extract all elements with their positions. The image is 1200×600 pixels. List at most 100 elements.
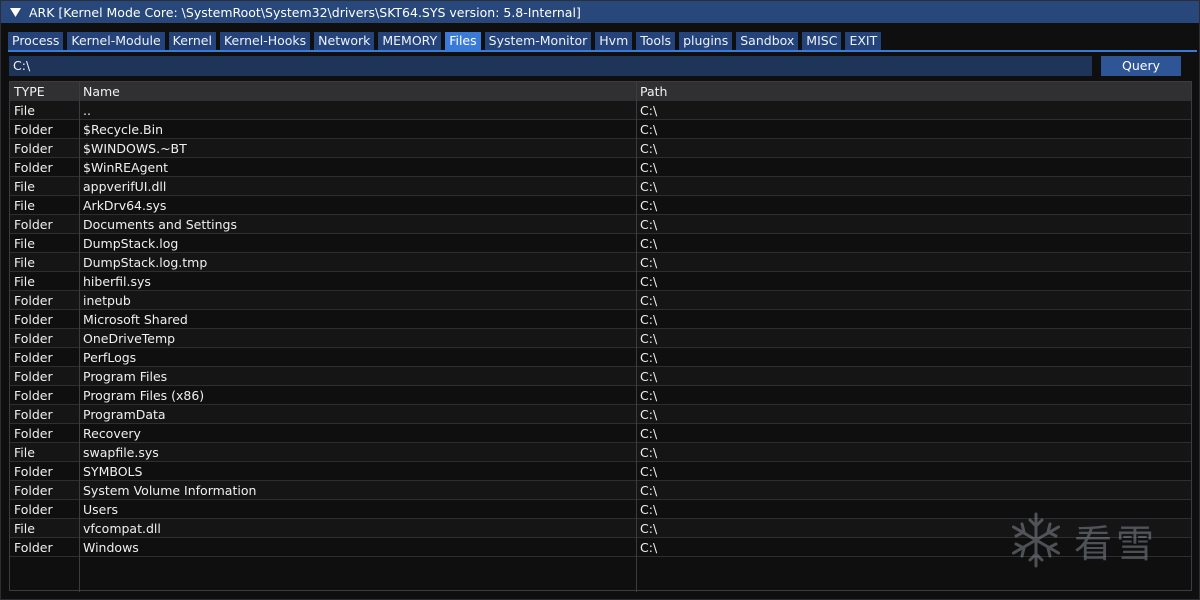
name-cell: ProgramData [83, 407, 166, 422]
table-row[interactable]: File hiberfil.sys C:\ [10, 272, 1191, 291]
name-cell: SYMBOLS [83, 464, 143, 479]
path-cell: C:\ [640, 312, 658, 327]
table-row[interactable]: File DumpStack.log C:\ [10, 234, 1191, 253]
name-cell: $WINDOWS.~BT [83, 141, 187, 156]
name-cell: hiberfil.sys [83, 274, 151, 289]
tab-exit[interactable]: EXIT [845, 32, 882, 50]
type-cell: File [14, 103, 35, 118]
table-row[interactable]: Folder $Recycle.Bin C:\ [10, 120, 1191, 139]
name-cell: ArkDrv64.sys [83, 198, 167, 213]
table-row[interactable]: Folder Recovery C:\ [10, 424, 1191, 443]
type-cell: Folder [14, 540, 53, 555]
table-row[interactable]: Folder $WINDOWS.~BT C:\ [10, 139, 1191, 158]
type-cell: Folder [14, 293, 53, 308]
query-button[interactable]: Query [1101, 56, 1181, 76]
name-cell: OneDriveTemp [83, 331, 176, 346]
path-cell: C:\ [640, 407, 658, 422]
collapse-arrow-icon[interactable] [1, 7, 29, 17]
path-cell: C:\ [640, 236, 658, 251]
name-cell: appverifUI.dll [83, 179, 167, 194]
snowflake-icon [1012, 512, 1060, 568]
name-cell: Documents and Settings [83, 217, 238, 232]
type-cell: File [14, 445, 35, 460]
tab-memory[interactable]: MEMORY [378, 32, 442, 50]
type-cell: Folder [14, 464, 53, 479]
title-bar[interactable]: ARK [Kernel Mode Core: \SystemRoot\Syste… [1, 1, 1199, 23]
ark-window: ARK [Kernel Mode Core: \SystemRoot\Syste… [0, 0, 1200, 600]
name-cell: System Volume Information [83, 483, 257, 498]
table-row[interactable]: Folder Documents and Settings C:\ [10, 215, 1191, 234]
table-row[interactable]: Folder PerfLogs C:\ [10, 348, 1191, 367]
path-input[interactable]: C:\ [9, 56, 1092, 76]
tab-tools[interactable]: Tools [636, 32, 676, 50]
path-cell: C:\ [640, 217, 658, 232]
table-row[interactable]: Folder ProgramData C:\ [10, 405, 1191, 424]
type-cell: Folder [14, 160, 53, 175]
type-cell: Folder [14, 141, 53, 156]
tab-sandbox[interactable]: Sandbox [736, 32, 799, 50]
tab-process[interactable]: Process [8, 32, 64, 50]
path-cell: C:\ [640, 350, 658, 365]
column-header-type[interactable]: TYPE [10, 82, 79, 101]
type-cell: File [14, 236, 35, 251]
tab-misc[interactable]: MISC [802, 32, 842, 50]
path-cell: C:\ [640, 122, 658, 137]
type-cell: Folder [14, 350, 53, 365]
name-cell: $Recycle.Bin [83, 122, 164, 137]
table-row[interactable]: Folder Program Files (x86) C:\ [10, 386, 1191, 405]
name-cell: DumpStack.log [83, 236, 179, 251]
name-cell: Users [83, 502, 119, 517]
table-row[interactable]: Folder Microsoft Shared C:\ [10, 310, 1191, 329]
name-cell: .. [83, 103, 91, 118]
table-row[interactable]: File ArkDrv64.sys C:\ [10, 196, 1191, 215]
table-row[interactable]: Folder $WinREAgent C:\ [10, 158, 1191, 177]
tab-kernel-module[interactable]: Kernel-Module [67, 32, 165, 50]
name-cell: Recovery [83, 426, 141, 441]
path-cell: C:\ [640, 464, 658, 479]
table-row[interactable]: File appverifUI.dll C:\ [10, 177, 1191, 196]
table-row[interactable]: File DumpStack.log.tmp C:\ [10, 253, 1191, 272]
type-cell: File [14, 255, 35, 270]
tab-plugins[interactable]: plugins [679, 32, 733, 50]
column-divider[interactable] [79, 82, 80, 592]
table-row[interactable]: Folder Program Files C:\ [10, 367, 1191, 386]
watermark-text: 看雪 [1074, 521, 1159, 566]
table-row[interactable]: File swapfile.sys C:\ [10, 443, 1191, 462]
column-divider[interactable] [636, 82, 637, 592]
tab-hvm[interactable]: Hvm [595, 32, 633, 50]
table-row[interactable]: Folder OneDriveTemp C:\ [10, 329, 1191, 348]
column-header-name[interactable]: Name [79, 82, 636, 101]
type-cell: Folder [14, 369, 53, 384]
name-cell: Microsoft Shared [83, 312, 188, 327]
name-cell: swapfile.sys [83, 445, 159, 460]
path-cell: C:\ [640, 255, 658, 270]
tab-system-monitor[interactable]: System-Monitor [484, 32, 592, 50]
table-row[interactable]: File.. C:\ [10, 101, 1191, 120]
tab-network[interactable]: Network [314, 32, 375, 50]
type-cell: Folder [14, 483, 53, 498]
type-cell: File [14, 521, 35, 536]
window-title: ARK [Kernel Mode Core: \SystemRoot\Syste… [29, 4, 581, 20]
table-header: TYPE Name Path [10, 82, 1191, 102]
path-cell: C:\ [640, 445, 658, 460]
type-cell: Folder [14, 122, 53, 137]
tab-kernel-hooks[interactable]: Kernel-Hooks [219, 32, 311, 50]
table-row[interactable]: Folder SYMBOLS C:\ [10, 462, 1191, 481]
column-header-path[interactable]: Path [636, 82, 1191, 101]
type-cell: Folder [14, 388, 53, 403]
tab-underline [8, 50, 1197, 52]
path-cell: C:\ [640, 369, 658, 384]
tab-bar: Process Kernel-Module Kernel Kernel-Hooks Ne… [8, 32, 882, 50]
tab-files[interactable]: Files [445, 32, 481, 50]
table-row[interactable]: Folder System Volume Information C:\ [10, 481, 1191, 500]
path-cell: C:\ [640, 483, 658, 498]
table-row[interactable]: Folder inetpub C:\ [10, 291, 1191, 310]
name-cell: Program Files [83, 369, 168, 384]
tab-kernel[interactable]: Kernel [168, 32, 216, 50]
type-cell: Folder [14, 407, 53, 422]
name-cell: $WinREAgent [83, 160, 169, 175]
path-cell: C:\ [640, 141, 658, 156]
name-cell: DumpStack.log.tmp [83, 255, 208, 270]
name-cell: PerfLogs [83, 350, 137, 365]
path-cell: C:\ [640, 179, 658, 194]
